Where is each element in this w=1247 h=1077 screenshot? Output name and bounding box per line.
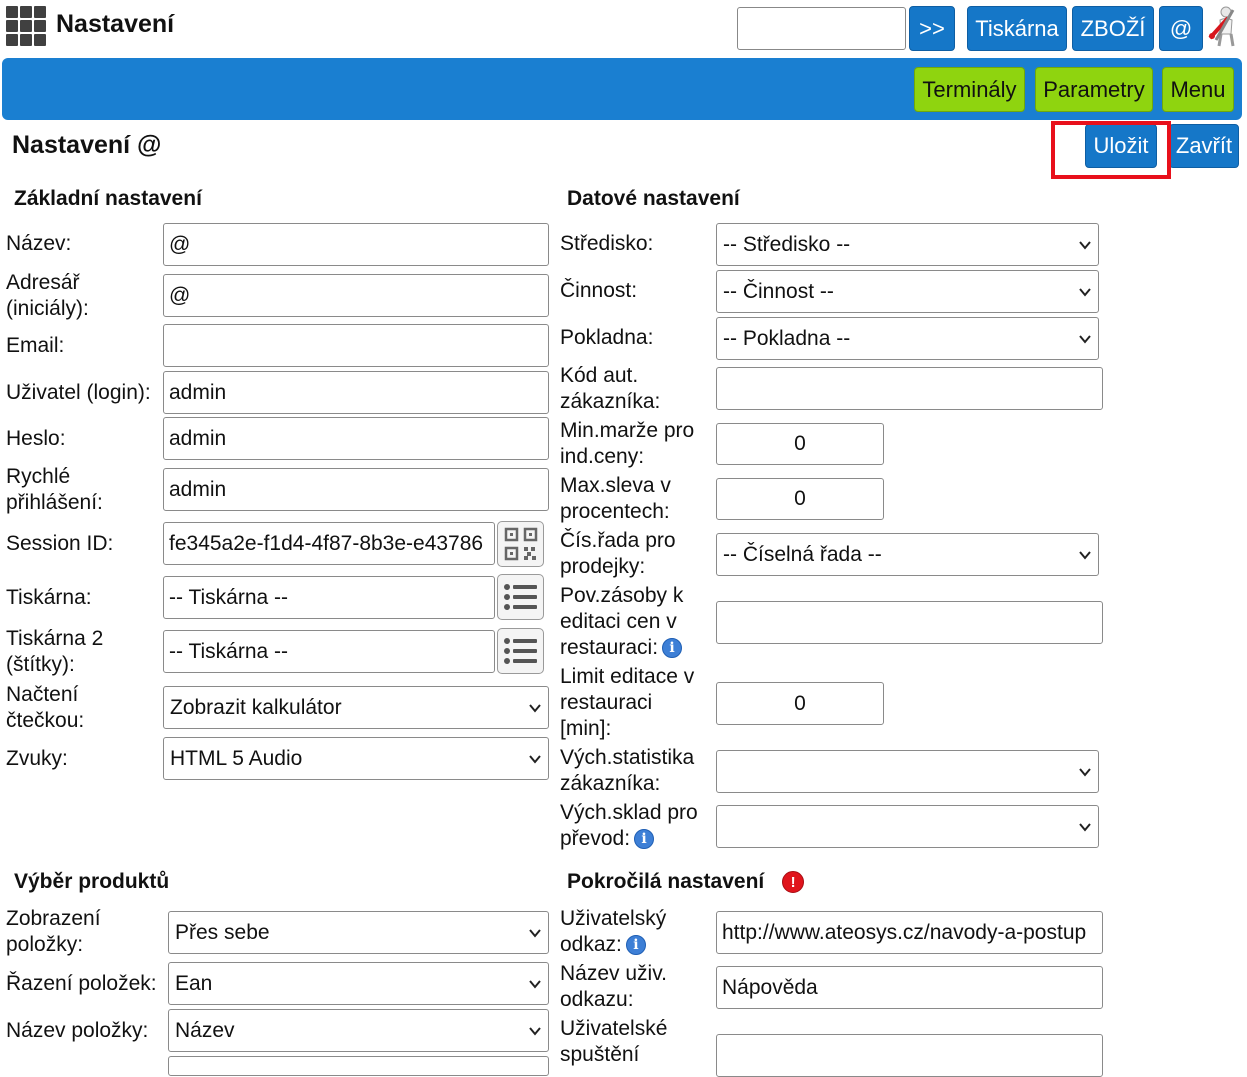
advanced-title: Pokročilá nastavení !	[567, 870, 805, 894]
chevron-down-icon	[1079, 287, 1091, 297]
item-sort-label: Řazení položek:	[6, 972, 157, 995]
cash-register-label: Pokladna:	[560, 326, 654, 349]
item-name-select[interactable]: Název	[168, 1009, 549, 1052]
warning-icon[interactable]: !	[782, 871, 805, 894]
next-select-partial[interactable]	[168, 1056, 549, 1076]
goods-button[interactable]: ZBOŽÍ	[1072, 6, 1154, 51]
chevron-down-icon	[529, 754, 541, 764]
info-icon[interactable]: i	[634, 829, 655, 850]
link-name-label: Název uživ. odkazu:	[560, 962, 667, 1011]
number-series-select[interactable]: -- Číselná řada --	[716, 533, 1099, 576]
printer-list-button[interactable]	[497, 574, 544, 620]
customer-code-input[interactable]	[716, 367, 1103, 410]
chevron-down-icon	[1079, 334, 1091, 344]
item-display-select[interactable]: Přes sebe	[168, 911, 549, 954]
name-input[interactable]: @	[163, 223, 549, 266]
apps-grid-icon[interactable]	[6, 6, 46, 46]
reader-select[interactable]: Zobrazit kalkulátor	[163, 686, 549, 729]
chevron-down-icon	[1079, 822, 1091, 832]
chevron-down-icon	[529, 928, 541, 938]
customer-stat-select[interactable]	[716, 750, 1099, 793]
printer2-list-button[interactable]	[497, 628, 544, 674]
data-settings-title: Datové nastavení	[567, 187, 740, 210]
go-button[interactable]: >>	[909, 6, 955, 51]
address-book-input[interactable]: @	[163, 274, 549, 317]
tools-user-icon[interactable]	[1206, 6, 1242, 48]
center-label: Středisko:	[560, 232, 654, 255]
password-input[interactable]: admin	[163, 417, 549, 460]
item-name-label: Název položky:	[6, 1019, 149, 1042]
name-label: Název:	[6, 232, 72, 255]
max-discount-input[interactable]: 0	[716, 478, 884, 520]
printer2-label: Tiskárna 2 (štítky):	[6, 627, 104, 676]
max-discount-label: Max.sleva v procentech:	[560, 474, 671, 523]
chevron-down-icon	[529, 1026, 541, 1036]
item-display-label: Zobrazení položky:	[6, 907, 101, 956]
quick-login-label: Rychlé přihlášení:	[6, 465, 103, 514]
user-link-input[interactable]: http://www.ateosys.cz/navody-a-postup	[716, 911, 1103, 954]
parameters-button[interactable]: Parametry	[1035, 67, 1153, 112]
address-book-label: Adresář (iniciály):	[6, 271, 89, 320]
reader-label: Načtení čtečkou:	[6, 683, 85, 732]
list-icon	[503, 584, 537, 610]
save-highlight-box	[1051, 121, 1171, 179]
user-login-label: Uživatel (login):	[6, 381, 151, 404]
transfer-warehouse-select[interactable]	[716, 805, 1099, 848]
printer-button[interactable]: Tiskárna	[967, 6, 1067, 51]
printer2-input[interactable]: -- Tiskárna --	[163, 630, 495, 673]
email-input[interactable]	[163, 324, 549, 367]
user-link-label: Uživatelský odkaz: i	[560, 907, 667, 956]
sounds-label: Zvuky:	[6, 747, 68, 770]
user-run-label: Uživatelské spuštění	[560, 1017, 668, 1066]
number-series-label: Čís.řada pro prodejky:	[560, 529, 676, 578]
stock-edit-label: Pov.zásoby k editaci cen v restauraci: i	[560, 584, 684, 659]
top-search-input[interactable]	[737, 7, 906, 50]
session-id-input[interactable]: fe345a2e-f1d4-4f87-8b3e-e43786	[163, 522, 495, 565]
email-label: Email:	[6, 334, 65, 357]
quick-login-input[interactable]: admin	[163, 468, 549, 511]
close-button[interactable]: Zavřít	[1169, 124, 1239, 168]
chevron-down-icon	[529, 703, 541, 713]
center-select[interactable]: -- Středisko --	[716, 223, 1099, 266]
item-sort-select[interactable]: Ean	[168, 962, 549, 1005]
user-run-input[interactable]	[716, 1034, 1103, 1077]
password-label: Heslo:	[6, 427, 66, 450]
page-title: Nastavení @	[12, 131, 162, 159]
customer-stat-label: Vých.statistika zákazníka:	[560, 746, 695, 795]
chevron-down-icon	[1079, 550, 1091, 560]
printer-label: Tiskárna:	[6, 586, 92, 609]
chevron-down-icon	[529, 979, 541, 989]
terminals-button[interactable]: Terminály	[914, 67, 1025, 112]
customer-code-label: Kód aut. zákazníka:	[560, 364, 661, 413]
qr-code-icon	[504, 527, 537, 561]
user-login-input[interactable]: admin	[163, 371, 549, 414]
activity-select[interactable]: -- Činnost --	[716, 270, 1099, 313]
cash-register-select[interactable]: -- Pokladna --	[716, 317, 1099, 360]
min-margin-input[interactable]: 0	[716, 423, 884, 465]
app-title: Nastavení	[56, 10, 175, 38]
info-icon[interactable]: i	[662, 638, 683, 659]
edit-limit-input[interactable]: 0	[716, 682, 884, 725]
chevron-down-icon	[1079, 240, 1091, 250]
printer-input[interactable]: -- Tiskárna --	[163, 576, 495, 619]
at-button[interactable]: @	[1159, 6, 1203, 51]
edit-limit-label: Limit editace v restauraci [min]:	[560, 665, 695, 740]
basic-settings-title: Základní nastavení	[14, 187, 202, 210]
stock-edit-input[interactable]	[716, 601, 1103, 644]
products-title: Výběr produktů	[14, 870, 170, 893]
link-name-input[interactable]: Nápověda	[716, 966, 1103, 1009]
chevron-down-icon	[1079, 767, 1091, 777]
min-margin-label: Min.marže pro ind.ceny:	[560, 419, 695, 468]
session-id-label: Session ID:	[6, 532, 114, 555]
transfer-warehouse-label: Vých.sklad pro převod: i	[560, 801, 698, 850]
menu-button[interactable]: Menu	[1162, 67, 1234, 112]
activity-label: Činnost:	[560, 279, 638, 302]
info-icon[interactable]: i	[625, 935, 646, 956]
sounds-select[interactable]: HTML 5 Audio	[163, 737, 549, 780]
qr-code-button[interactable]	[497, 521, 544, 567]
list-icon	[503, 638, 537, 664]
